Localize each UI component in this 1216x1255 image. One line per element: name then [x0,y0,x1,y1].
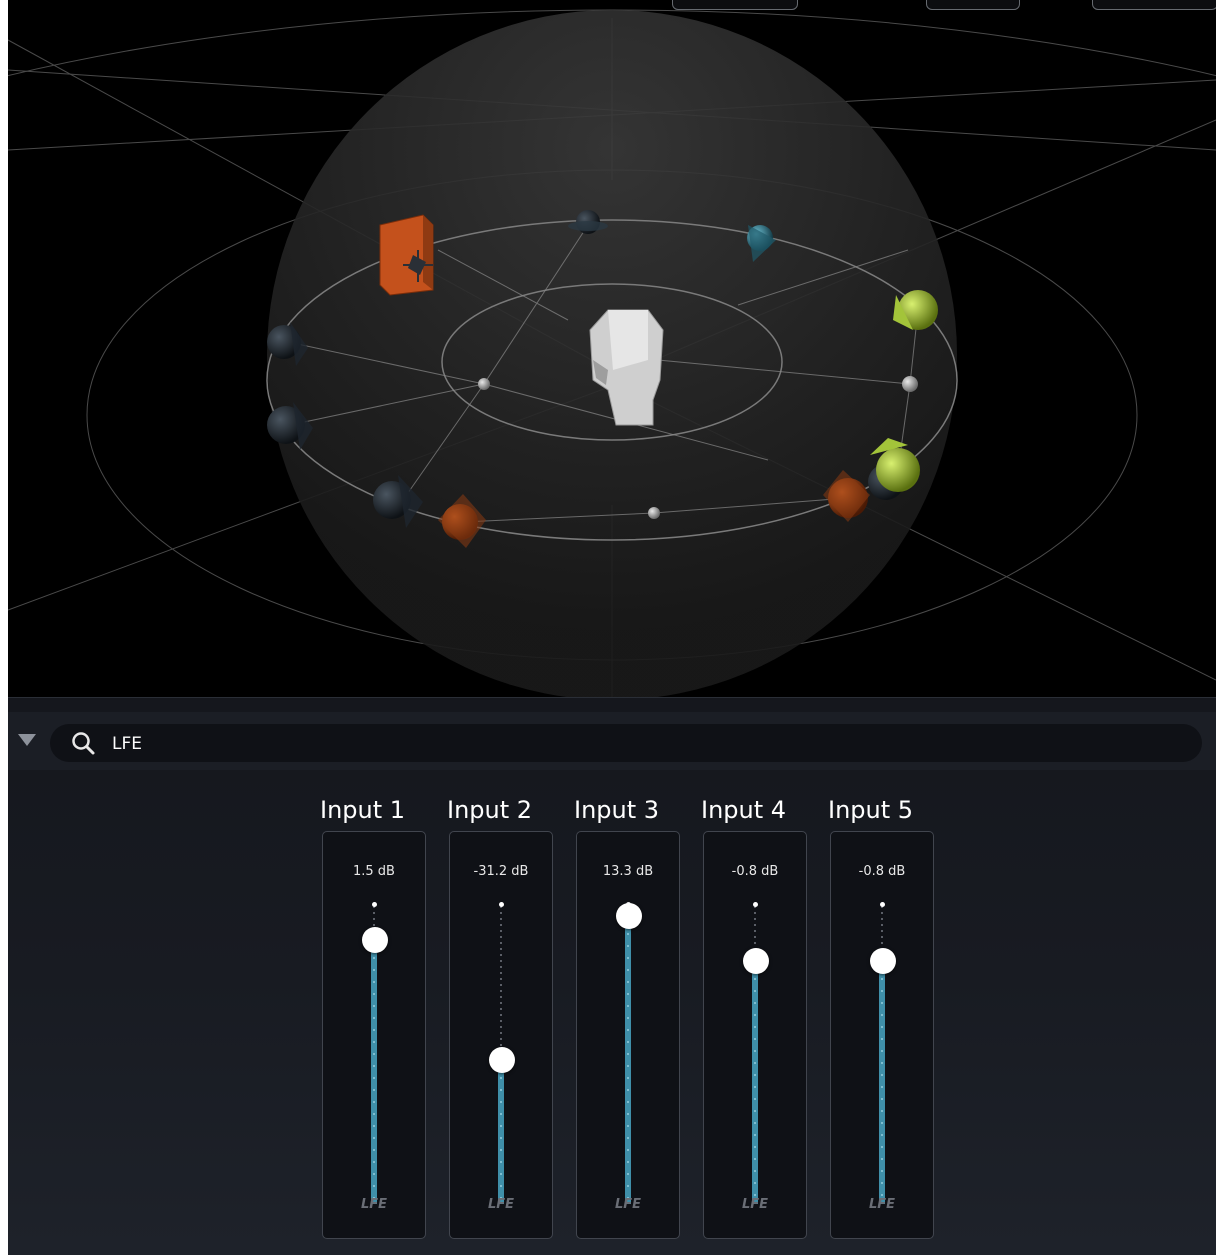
fader-fill [752,961,758,1204]
channel-title: Input 1 [320,796,406,824]
spatial-mixer-app: Input 1 1.5 dB LFE Input 2 -31.2 dB [8,0,1216,1255]
search-icon [72,732,95,755]
bus-label: LFE [487,1197,515,1212]
fader-thumb[interactable] [616,903,642,929]
fader-strip: 1.5 dB LFE [322,831,426,1239]
db-readout: 13.3 dB [602,864,654,879]
fader-fill [879,961,885,1204]
channel-title: Input 2 [447,796,533,824]
fader-thumb[interactable] [489,1047,515,1073]
fader-max-marker [499,902,504,907]
channel-title: Input 3 [574,796,660,824]
search-box[interactable] [50,724,1202,762]
bus-label: LFE [868,1197,896,1212]
bus-label: LFE [360,1197,388,1212]
channel-strips: Input 1 1.5 dB LFE Input 2 -31.2 dB LFE … [320,794,940,1244]
channel-input-2: Input 2 -31.2 dB LFE [447,794,557,1244]
db-readout: -0.8 dB [731,864,779,879]
fader-max-marker [880,902,885,907]
fader-fill [625,916,631,1204]
top-toolbar [8,0,1216,12]
speaker-source[interactable] [379,214,434,296]
db-readout: 1.5 dB [353,864,395,879]
fader-strip: -0.8 dB LFE [830,831,934,1239]
mixer-panel: Input 1 1.5 dB LFE Input 2 -31.2 dB [8,697,1216,1255]
channel-title: Input 4 [701,796,787,824]
control-point-front[interactable] [648,507,660,519]
fader-max-marker [753,902,758,907]
channel-input-4: Input 4 -0.8 dB LFE [701,794,811,1244]
db-readout: -31.2 dB [473,864,529,879]
bus-label: LFE [614,1197,642,1212]
fader-strip: -31.2 dB LFE [449,831,553,1239]
channel-input-1: Input 1 1.5 dB LFE [320,794,430,1244]
channel-input-3: Input 3 13.3 dB LFE [574,794,684,1244]
fader-max-marker [372,902,377,907]
toolbar-button-3[interactable] [1092,0,1216,10]
collapse-triangle-icon[interactable] [18,734,36,746]
search-input[interactable] [110,728,1184,760]
control-point-right[interactable] [902,376,918,392]
db-readout: -0.8 dB [858,864,906,879]
control-point-left[interactable] [478,378,490,390]
fader-strip: -0.8 dB LFE [703,831,807,1239]
fader-fill [371,940,377,1204]
fader-thumb[interactable] [743,948,769,974]
channel-title: Input 5 [828,796,914,824]
toolbar-button-2[interactable] [926,0,1020,10]
3d-spatial-viewport[interactable] [8,0,1216,697]
channel-input-5: Input 5 -0.8 dB LFE [828,794,938,1244]
search-row [8,712,1216,770]
fader-fill [498,1060,504,1204]
fader-track[interactable] [625,902,631,1204]
fader-strip: 13.3 dB LFE [576,831,680,1239]
fader-thumb[interactable] [362,927,388,953]
fader-thumb[interactable] [870,948,896,974]
toolbar-button-1[interactable] [672,0,798,10]
bus-label: LFE [741,1197,769,1212]
scene-canvas[interactable] [8,0,1216,697]
